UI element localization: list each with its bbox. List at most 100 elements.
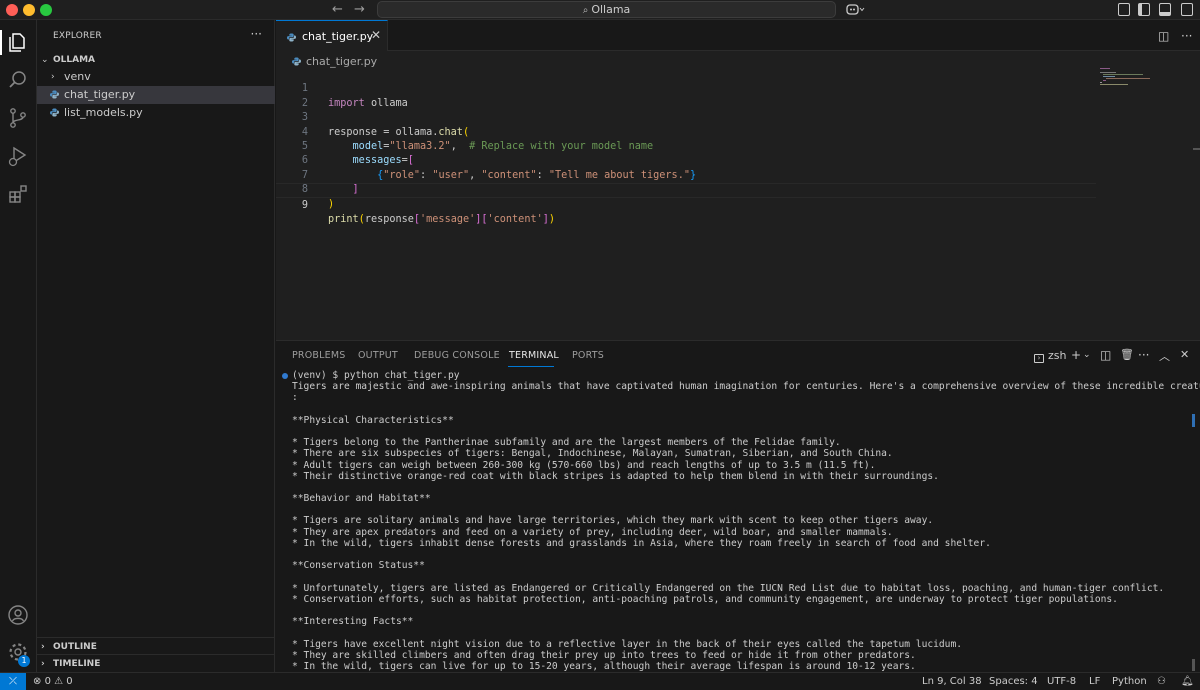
trash-icon[interactable]: 🗑 [1120, 348, 1134, 361]
language-mode[interactable]: Python [1112, 676, 1147, 687]
problems-status[interactable]: ⊗ 0 ⚠ 0 [33, 676, 73, 687]
shell-label: zsh [1048, 349, 1067, 362]
tab-debug-console[interactable]: DEBUG CONSOLE [414, 350, 500, 361]
remote-icon[interactable]: ⤫ [0, 673, 26, 690]
command-center-label: Ollama [591, 3, 631, 16]
code-line: 3 response = ollama.chat( [276, 97, 1096, 137]
folder-label: OLLAMA [53, 55, 96, 65]
tab-label: chat_tiger.py [302, 30, 374, 43]
terminal-line: * Conservation efforts, such as habitat … [292, 593, 1118, 605]
terminal-line: * Tigers have excellent night vision due… [292, 638, 963, 650]
add-terminal-icon[interactable]: + [1071, 348, 1081, 362]
terminal-line: * Their distinctive orange-red coat with… [292, 470, 939, 482]
outline-section[interactable]: › OUTLINE [37, 637, 275, 655]
indentation[interactable]: Spaces: 4 [989, 676, 1038, 687]
chevron-right-icon: › [41, 659, 45, 669]
maximize-panel-icon[interactable]: ︿ [1159, 348, 1170, 364]
terminal-line: * They are apex predators and feed on a … [292, 526, 893, 538]
tree-item-chat-tiger[interactable]: chat_tiger.py [37, 86, 275, 104]
explorer-sidebar: EXPLORER ··· ⌄ OLLAMA › venv chat_tiger.… [37, 20, 275, 672]
extensions-icon[interactable] [6, 182, 30, 206]
python-file-icon [287, 33, 296, 42]
search-icon: ⌕ [582, 5, 589, 16]
terminal-line: * Unfortunately, tigers are listed as En… [292, 582, 1165, 594]
terminal-line: **Conservation Status** [292, 560, 425, 572]
end-of-line[interactable]: LF [1089, 676, 1100, 687]
bottom-panel: PROBLEMS OUTPUT DEBUG CONSOLE TERMINAL P… [276, 340, 1200, 672]
code-line: 8 ) [276, 169, 1096, 209]
toggle-panel-icon[interactable] [1159, 3, 1171, 16]
title-bar: ← → ⌕ Ollama [0, 0, 1200, 20]
terminal-output[interactable]: (venv) $ python chat_tiger.py Tigers are … [282, 370, 1200, 672]
toggle-secondary-sidebar-icon[interactable] [1181, 3, 1193, 16]
terminal-line: **Behavior and Habitat** [292, 493, 431, 505]
error-icon: ⊗ [33, 676, 42, 687]
zoom-window-button[interactable] [40, 4, 52, 16]
close-window-button[interactable] [6, 4, 18, 16]
terminal-line: * In the wild, tigers inhabit dense fore… [292, 537, 991, 549]
terminal-line: * They are skilled climbers and often dr… [292, 649, 916, 661]
more-actions-icon[interactable]: ··· [1138, 348, 1149, 362]
terminal-line: * In the wild, tigers can live for up to… [292, 660, 916, 672]
terminal-scrollbar[interactable] [1192, 659, 1195, 671]
activity-bar [0, 20, 37, 672]
terminal-line: : [292, 392, 298, 404]
tree-item-label: list_models.py [64, 106, 143, 119]
arrow-right-icon[interactable]: → [354, 2, 365, 17]
error-count: 0 [44, 676, 51, 687]
more-actions-icon[interactable]: ··· [251, 27, 262, 41]
customize-layout-icon[interactable] [1118, 3, 1130, 16]
run-debug-icon[interactable] [6, 144, 30, 168]
code-line: 4 model="llama3.2", # Replace with your … [276, 111, 1096, 152]
code-line: 5 messages=[ [276, 126, 1096, 166]
more-actions-icon[interactable]: ··· [1181, 29, 1192, 43]
editor-scrollbar[interactable] [1193, 148, 1200, 150]
tree-item-list-models[interactable]: list_models.py [37, 104, 275, 122]
tree-item-venv[interactable]: › venv [37, 68, 275, 86]
active-tab-indicator [508, 366, 554, 367]
tab-problems[interactable]: PROBLEMS [292, 350, 345, 361]
command-center-search[interactable]: ⌕ Ollama [377, 1, 836, 18]
warning-count: 0 [66, 676, 73, 687]
minimize-window-button[interactable] [23, 4, 35, 16]
tab-chat-tiger[interactable]: chat_tiger.py ✕ [276, 20, 388, 51]
active-indicator [0, 30, 2, 55]
split-editor-icon[interactable]: ◫ [1158, 29, 1169, 43]
minimap[interactable] [1100, 68, 1160, 98]
tab-output[interactable]: OUTPUT [358, 350, 398, 361]
files-icon[interactable] [6, 30, 30, 54]
encoding[interactable]: UTF-8 [1047, 676, 1076, 687]
folder-ollama[interactable]: ⌄ OLLAMA [37, 51, 275, 69]
settings-update-badge: 1 [18, 655, 30, 667]
notifications-icon[interactable]: 🔔︎ [1181, 676, 1194, 687]
terminal-line: * Tigers are solitary animals and have l… [292, 515, 934, 527]
editor-group: chat_tiger.py ✕ ◫ ··· chat_tiger.py 1 im… [276, 20, 1200, 340]
copilot-icon[interactable] [846, 3, 866, 16]
account-icon[interactable] [6, 603, 30, 627]
tab-ports[interactable]: PORTS [572, 350, 604, 361]
code-line: 6 {"role": "user", "content": "Tell me a… [276, 140, 1096, 180]
timeline-label: TIMELINE [53, 659, 101, 669]
cursor-position[interactable]: Ln 9, Col 38 [922, 676, 982, 687]
timeline-section[interactable]: › TIMELINE [37, 654, 275, 672]
chevron-down-icon[interactable]: ⌄ [1083, 350, 1091, 360]
close-icon[interactable]: ✕ [1180, 348, 1189, 361]
terminal-line: **Interesting Facts** [292, 616, 414, 628]
chevron-down-icon: ⌄ [41, 55, 49, 65]
tab-terminal[interactable]: TERMINAL [509, 350, 559, 361]
toggle-primary-sidebar-icon[interactable] [1138, 3, 1150, 16]
search-icon[interactable] [6, 68, 30, 92]
breadcrumb-file: chat_tiger.py [306, 55, 378, 68]
code-line: 1 import ollama [276, 68, 1096, 108]
source-control-icon[interactable] [6, 106, 30, 130]
copilot-status-icon[interactable]: ⚇ [1157, 676, 1166, 687]
terminal-shell-selector[interactable]: › zsh [1034, 349, 1066, 363]
split-terminal-icon[interactable]: ◫ [1100, 348, 1111, 362]
close-icon[interactable]: ✕ [371, 28, 381, 42]
arrow-left-icon[interactable]: ← [332, 2, 343, 17]
